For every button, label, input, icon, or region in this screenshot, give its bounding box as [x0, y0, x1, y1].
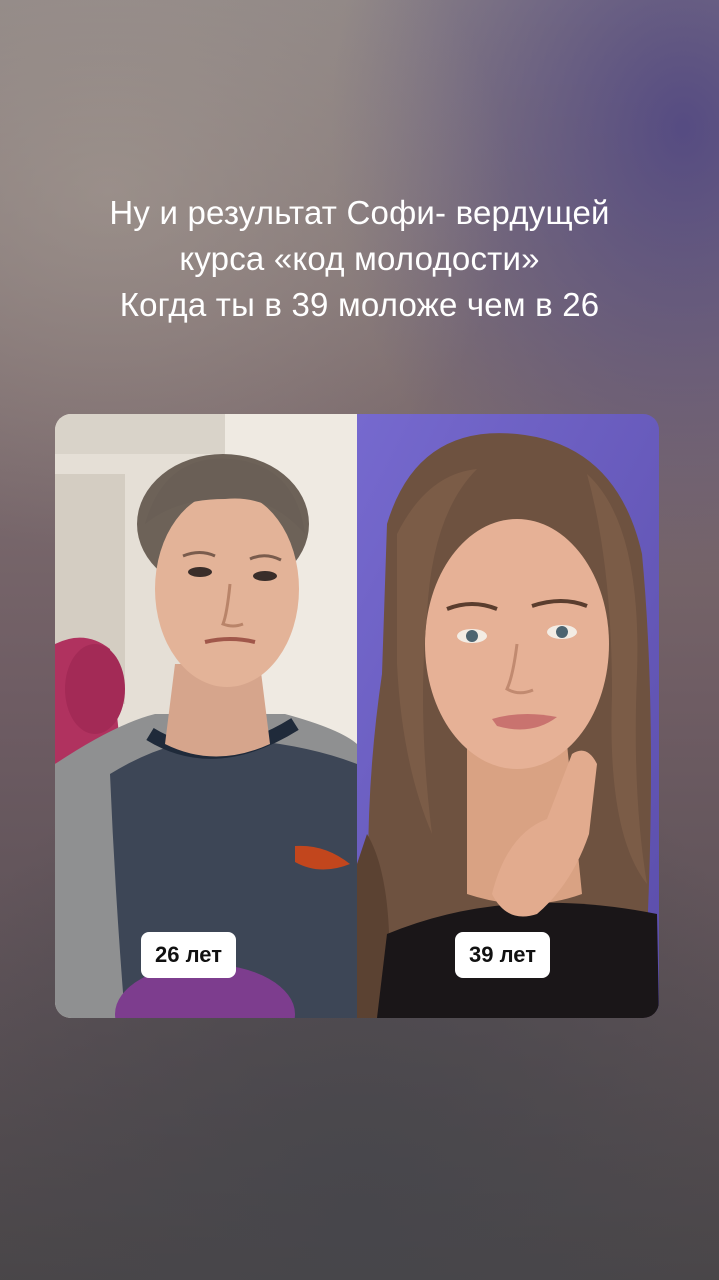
age-label-after: 39 лет	[455, 932, 550, 978]
after-photo-illustration	[357, 414, 659, 1018]
caption-line-3: Когда ты в 39 моложе чем в 26	[119, 286, 600, 323]
after-photo	[357, 414, 659, 1018]
story-caption: Ну и результат Софи- вердущей курса «код…	[0, 190, 719, 328]
before-after-collage	[55, 414, 659, 1018]
caption-line-1: Ну и результат Софи- вердущей	[109, 194, 610, 231]
age-label-before: 26 лет	[141, 932, 236, 978]
caption-line-2: курса «код молодости»	[179, 240, 540, 277]
before-photo	[55, 414, 357, 1018]
before-photo-illustration	[55, 414, 357, 1018]
